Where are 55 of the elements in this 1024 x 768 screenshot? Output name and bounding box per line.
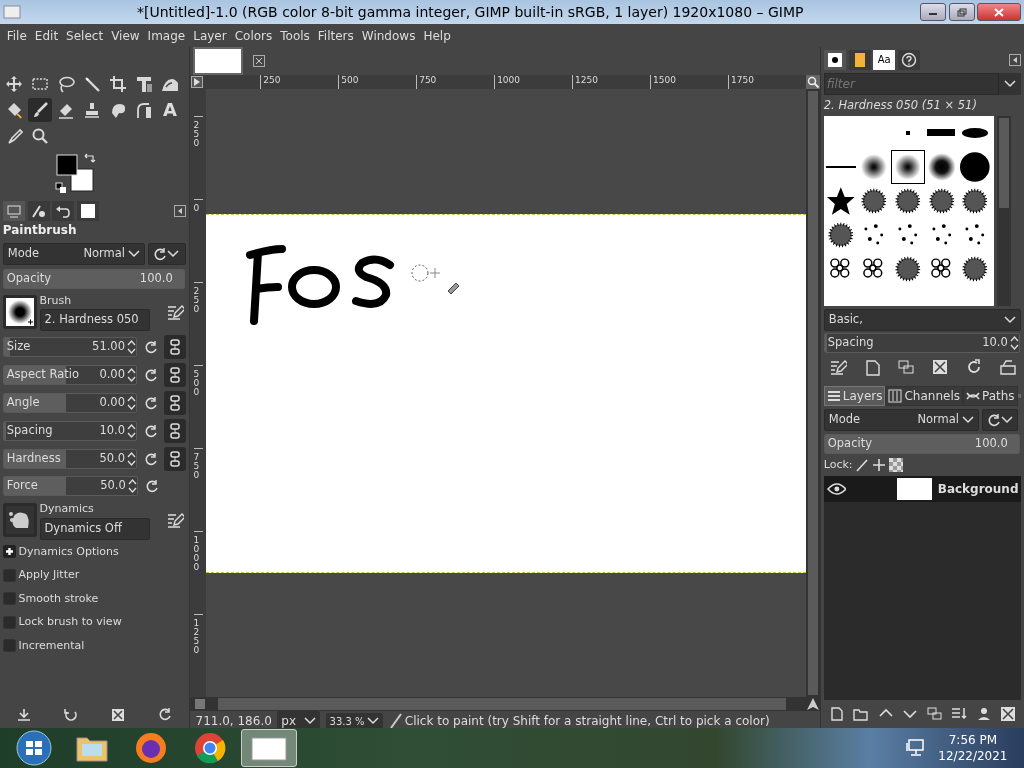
brush-name: 2. Hardness 050 (51 × 51)	[823, 96, 978, 114]
checkbox-label: Incremental	[18, 637, 85, 654]
menu-item[interactable]: File	[2, 24, 31, 47]
menu-item[interactable]: View	[107, 24, 144, 47]
brush-label: Brush	[39, 292, 73, 309]
option-slider[interactable]: Size 51.00	[2, 337, 137, 357]
ruler-label: 0	[193, 199, 203, 282]
panel-tab[interactable]: Layers	[823, 386, 886, 406]
mode-dropdown[interactable]: Mode Normal	[823, 408, 979, 431]
option-slider[interactable]: Angle 0.00	[2, 393, 137, 413]
option-slider[interactable]: Hardness 50.0	[2, 449, 137, 469]
menu-item[interactable]: Tools	[276, 24, 314, 47]
pointer-coordinates: 711.0, 186.0	[195, 713, 272, 730]
menu-item[interactable]: Colors	[230, 24, 277, 47]
status-message: Click to paint (try Shift for a straight line, Ctrl to pick a color)	[404, 713, 770, 730]
checkbox-label: Smooth stroke	[18, 590, 99, 607]
layer-name: Background	[937, 480, 1019, 498]
option-slider[interactable]: Aspect Ratio 0.00	[2, 365, 137, 385]
option-slider[interactable]: Force 50.0	[2, 476, 138, 496]
brush-field[interactable]: 2. Hardness 050	[39, 309, 150, 331]
opacity-slider[interactable]: Opacity 100.0	[823, 433, 1020, 454]
checkbox-label: Apply Jitter	[18, 567, 80, 583]
unit-dropdown[interactable]: px	[277, 711, 321, 731]
menu-item[interactable]: Help	[419, 24, 455, 47]
tag-dropdown[interactable]: Basic,	[823, 308, 1022, 331]
menu-item[interactable]: Select	[62, 24, 108, 47]
tool-button[interactable]: A	[158, 97, 182, 122]
checkbox-label: Lock brush to view	[18, 614, 122, 630]
clock-time: 7:56 PM	[947, 732, 999, 748]
menu-item[interactable]: Windows	[357, 24, 420, 47]
option-slider[interactable]: Opacity 100.0	[2, 268, 185, 289]
clock-date: 12/22/2021	[938, 748, 1008, 764]
ruler-label: 250	[193, 282, 203, 365]
ruler-label: 750	[193, 448, 203, 531]
dock-tab[interactable]: Aa	[873, 49, 896, 70]
expander-label[interactable]: Dynamics Options	[18, 543, 119, 560]
panel-tab[interactable]: Channels	[885, 386, 963, 406]
dynamics-field[interactable]: Dynamics Off	[39, 517, 150, 540]
filter-field[interactable]: filter	[823, 72, 1000, 95]
menu-item[interactable]: Image	[143, 24, 190, 47]
menu-item[interactable]: Filters	[313, 24, 358, 47]
panel-tab[interactable]: Paths	[963, 386, 1018, 406]
lock-label: Lock:	[823, 456, 853, 473]
menu-item[interactable]: Edit	[30, 24, 63, 47]
ruler-label: 1000	[193, 531, 203, 614]
ruler-label: 500	[193, 365, 203, 448]
ruler-label: 250	[193, 116, 203, 199]
mode-dropdown[interactable]: Mode Normal	[2, 242, 145, 265]
spacing-slider[interactable]: Spacing 10.0	[823, 332, 1020, 353]
window-title: *[Untitled]-1.0 (RGB color 8-bit gamma integer, GIMP built-in sRGB, 1 layer) 1920x1080 – GIMP	[136, 2, 805, 22]
dynamics-label: Dynamics	[39, 501, 95, 517]
tool-options-title: Paintbrush	[2, 221, 78, 239]
menu-item[interactable]: Layer	[189, 24, 231, 47]
option-slider[interactable]: Spacing 10.0	[2, 421, 137, 441]
layer-row[interactable]: Background	[823, 475, 1022, 502]
